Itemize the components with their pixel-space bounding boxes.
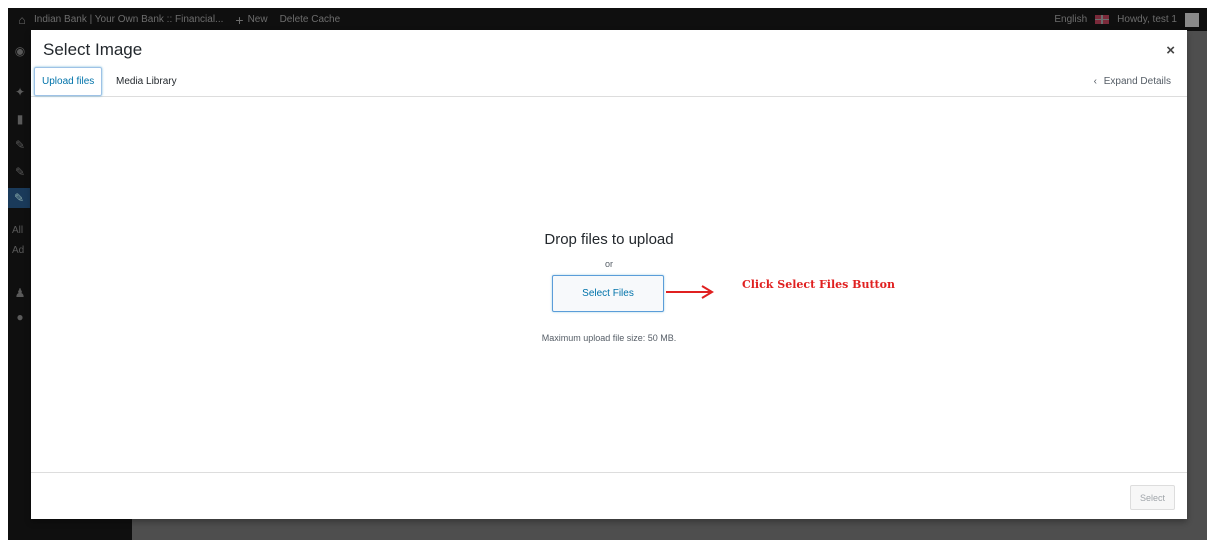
pin-icon[interactable]: ✎ bbox=[8, 188, 30, 208]
modal-title: Select Image bbox=[43, 40, 143, 59]
tab-media-library[interactable]: Media Library bbox=[109, 67, 184, 97]
settings-icon[interactable]: ● bbox=[12, 309, 28, 325]
upload-dropzone[interactable]: Drop files to upload or Select Files Cli… bbox=[31, 98, 1187, 472]
close-icon[interactable]: × bbox=[1166, 42, 1175, 59]
chevron-left-icon: ‹ bbox=[1093, 76, 1097, 87]
expand-details-label: Expand Details bbox=[1103, 76, 1171, 87]
language-switcher[interactable]: English bbox=[1054, 14, 1087, 25]
pin-icon[interactable]: ✎ bbox=[12, 137, 28, 153]
dashboard-icon[interactable]: ◉ bbox=[12, 43, 28, 59]
admin-bar: ⌂ Indian Bank | Your Own Bank :: Financi… bbox=[8, 8, 1207, 31]
max-upload-size: Maximum upload file size: 50 MB. bbox=[541, 333, 677, 343]
sidebar-item-add[interactable]: Ad bbox=[12, 245, 24, 256]
site-name-link[interactable]: Indian Bank | Your Own Bank :: Financial… bbox=[34, 14, 223, 25]
users-icon[interactable]: ♟ bbox=[12, 285, 28, 301]
sidebar-item-all[interactable]: All bbox=[12, 225, 23, 236]
media-router: Upload files Media Library ‹ Expand Deta… bbox=[31, 67, 1187, 97]
annotation-text: Click Select Files Button bbox=[742, 278, 895, 291]
plus-icon: + bbox=[235, 11, 244, 28]
tab-upload-files[interactable]: Upload files bbox=[34, 67, 103, 96]
pin-icon[interactable]: ✎ bbox=[12, 164, 28, 180]
screen: ⌂ Indian Bank | Your Own Bank :: Financi… bbox=[0, 0, 1209, 540]
or-separator: or bbox=[604, 259, 613, 269]
howdy-user-link[interactable]: Howdy, test 1 bbox=[1117, 14, 1177, 25]
select-files-button[interactable]: Select Files bbox=[552, 275, 664, 312]
media-toolbar: Select bbox=[31, 472, 1187, 519]
admin-bar-right: English Howdy, test 1 bbox=[1054, 8, 1199, 31]
comments-icon[interactable]: ▮ bbox=[12, 111, 28, 127]
uk-flag-icon bbox=[1095, 15, 1110, 24]
select-button[interactable]: Select bbox=[1130, 485, 1175, 510]
new-content-link[interactable]: + New bbox=[235, 13, 267, 27]
delete-cache-link[interactable]: Delete Cache bbox=[280, 14, 341, 25]
avatar[interactable] bbox=[1185, 12, 1199, 27]
home-icon[interactable]: ⌂ bbox=[14, 12, 30, 28]
new-label: New bbox=[247, 14, 268, 25]
annotation-arrow-icon bbox=[666, 285, 714, 299]
drop-files-heading: Drop files to upload bbox=[544, 231, 674, 248]
expand-details-link[interactable]: ‹ Expand Details bbox=[1094, 67, 1171, 97]
marketing-icon[interactable]: ✦ bbox=[12, 84, 28, 100]
select-image-modal: Select Image × Upload files Media Librar… bbox=[31, 30, 1187, 519]
